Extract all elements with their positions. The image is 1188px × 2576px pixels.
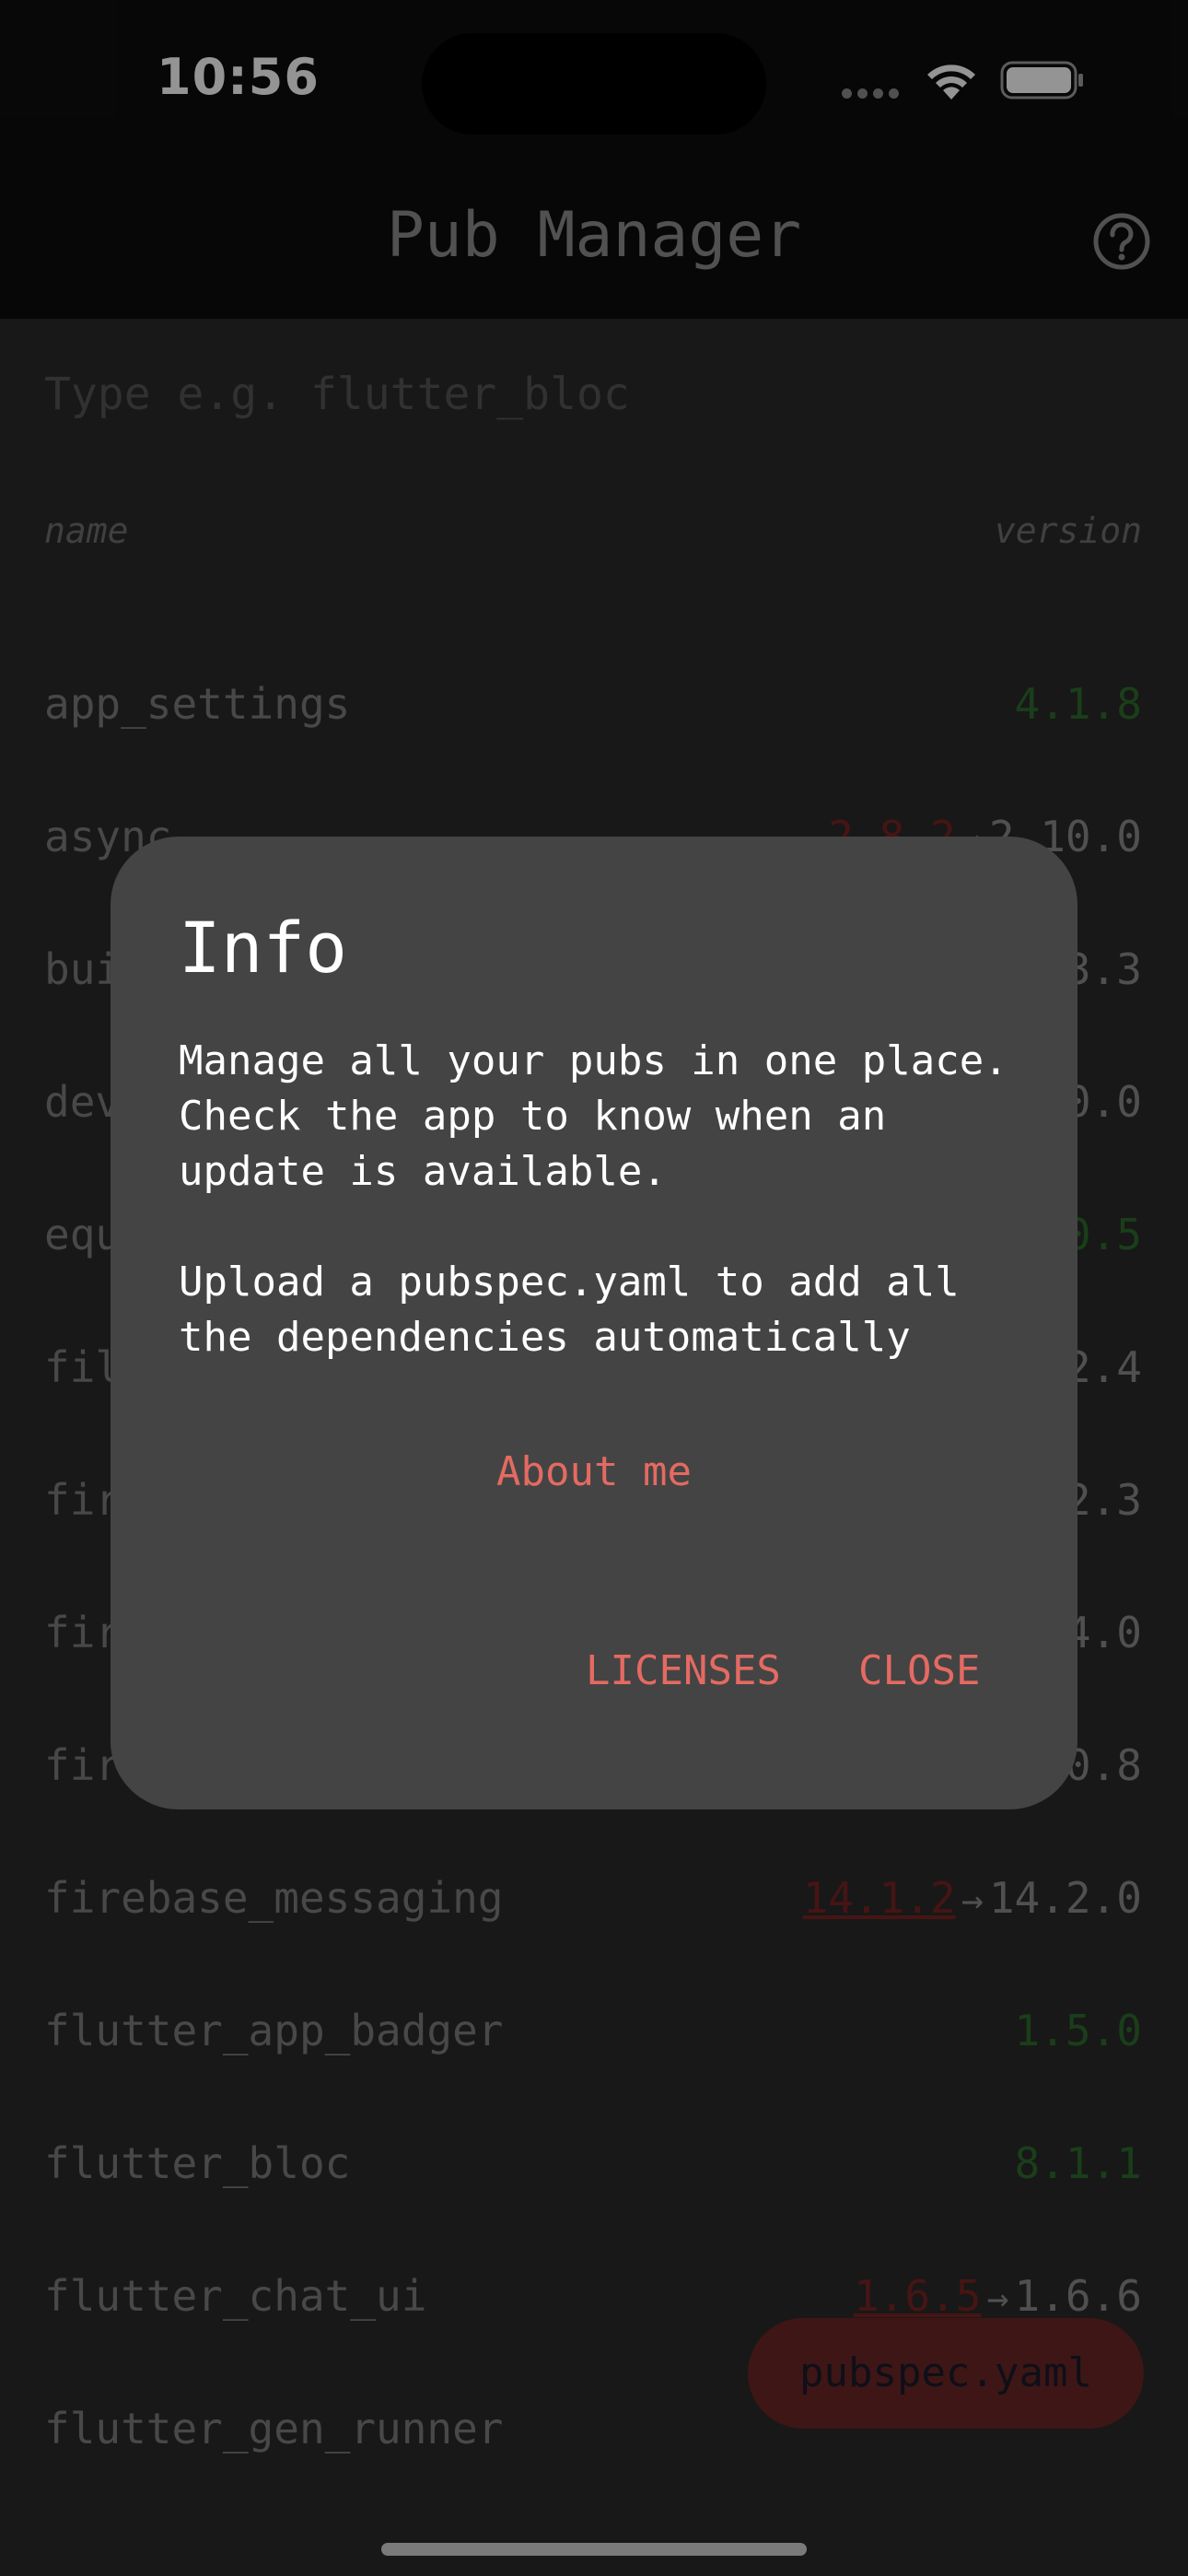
dialog-paragraph: Upload a pubspec.yaml to add all the dep… — [179, 1259, 960, 1361]
dialog-body: Manage all your pubs in one place. Check… — [179, 1034, 1035, 1421]
about-me-link[interactable]: About me — [111, 1448, 1077, 1495]
app-screen: Type e.g. flutter_bloc name version app_… — [0, 0, 1188, 2576]
dialog-title: Info — [179, 907, 348, 989]
home-indicator[interactable] — [381, 2543, 807, 2556]
close-button[interactable]: CLOSE — [858, 1647, 980, 1694]
info-dialog: Info Manage all your pubs in one place. … — [111, 837, 1077, 1809]
dialog-paragraph: Manage all your pubs in one place. Check… — [179, 1037, 1008, 1195]
licenses-button[interactable]: LICENSES — [586, 1647, 781, 1694]
